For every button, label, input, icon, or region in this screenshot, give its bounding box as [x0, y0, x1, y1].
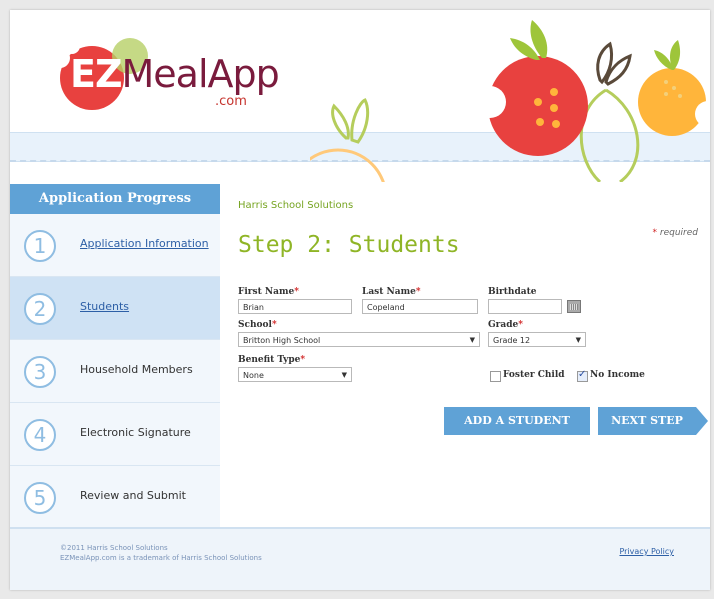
next-step-button[interactable]: NEXT STEP: [598, 407, 696, 435]
foster-child-checkbox[interactable]: [490, 371, 501, 382]
next-step-label: NEXT STEP: [611, 414, 683, 427]
footer: ©2011 Harris School Solutions EZMealApp.…: [10, 527, 710, 590]
school-label: School*: [238, 320, 277, 330]
logo[interactable]: EZMealApp .com: [50, 28, 280, 118]
first-name-input[interactable]: Brian: [238, 299, 352, 314]
sidebar-step-3[interactable]: 3 Household Members: [10, 340, 220, 403]
grade-select[interactable]: Grade 12 ▼: [488, 332, 586, 347]
step-label: Electronic Signature: [80, 426, 191, 439]
birthdate-label: Birthdate: [488, 287, 537, 297]
chevron-down-icon: ▼: [575, 336, 581, 344]
last-name-input[interactable]: Copeland: [362, 299, 478, 314]
last-name-label: Last Name*: [362, 287, 421, 297]
benefit-type-label: Benefit Type*: [238, 355, 306, 365]
progress-sidebar: Application Progress 1 Application Inform…: [10, 184, 220, 529]
step-label[interactable]: Application Information: [80, 237, 209, 250]
sidebar-title: Application Progress: [10, 184, 220, 214]
logo-ez: EZ: [70, 52, 123, 96]
school-select[interactable]: Britton High School ▼: [238, 332, 480, 347]
privacy-policy-link[interactable]: Privacy Policy: [619, 547, 674, 556]
required-star: *: [652, 228, 658, 238]
sidebar-step-1[interactable]: 1 Application Information: [10, 214, 220, 277]
page-title: Step 2: Students: [238, 232, 460, 258]
add-student-button[interactable]: ADD A STUDENT: [444, 407, 590, 435]
main-content: Harris School Solutions * required Step …: [220, 184, 710, 527]
required-text: required: [659, 228, 698, 238]
step-list: 1 Application Information 2 Students 3 Househ…: [10, 214, 220, 529]
sidebar-step-5[interactable]: 5 Review and Submit: [10, 466, 220, 529]
no-income-label: No Income: [590, 370, 645, 380]
copyright: ©2011 Harris School Solutions EZMealApp.…: [60, 543, 262, 563]
last-name-label-text: Last Name: [362, 287, 416, 297]
grade-value: Grade 12: [493, 336, 531, 345]
copyright-line: ©2011 Harris School Solutions: [60, 544, 168, 552]
next-arrow-icon: [696, 407, 708, 435]
sidebar-step-2[interactable]: 2 Students: [10, 277, 220, 340]
step-number-circle: 4: [24, 419, 56, 451]
benefit-type-value: None: [243, 371, 264, 380]
step-label[interactable]: Students: [80, 300, 129, 313]
step-label: Household Members: [80, 363, 193, 376]
logo-text: EZMealApp: [70, 52, 280, 96]
chevron-down-icon: ▼: [469, 336, 475, 344]
no-income-checkbox[interactable]: [577, 369, 588, 382]
birthdate-input[interactable]: [488, 299, 562, 314]
step-number-circle: 3: [24, 356, 56, 388]
school-label-text: School: [238, 320, 272, 330]
required-note: * required: [653, 228, 698, 238]
step-number-circle: 2: [24, 293, 56, 325]
school-value: Britton High School: [243, 336, 321, 345]
trademark-line: EZMealApp.com is a trademark of Harris S…: [60, 554, 262, 562]
calendar-icon[interactable]: [567, 300, 581, 313]
header: EZMealApp .com: [10, 10, 710, 182]
step-number-circle: 5: [24, 482, 56, 514]
step-number-circle: 1: [24, 230, 56, 262]
chevron-down-icon: ▼: [341, 371, 347, 379]
foster-child-label: Foster Child: [503, 370, 565, 380]
org-name: Harris School Solutions: [238, 200, 354, 211]
benefit-type-select[interactable]: None ▼: [238, 367, 352, 382]
logo-name: MealApp: [121, 52, 280, 96]
sidebar-step-4[interactable]: 4 Electronic Signature: [10, 403, 220, 466]
first-name-label: First Name*: [238, 287, 299, 297]
app-frame: EZMealApp .com Application Progress 1 Ap…: [10, 10, 710, 590]
fruit-illustration: [310, 20, 710, 182]
grade-label-text: Grade: [488, 320, 519, 330]
logo-com: .com: [215, 94, 247, 109]
first-name-label-text: First Name: [238, 287, 295, 297]
benefit-type-label-text: Benefit Type: [238, 355, 301, 365]
grade-label: Grade*: [488, 320, 523, 330]
step-label: Review and Submit: [80, 489, 186, 502]
